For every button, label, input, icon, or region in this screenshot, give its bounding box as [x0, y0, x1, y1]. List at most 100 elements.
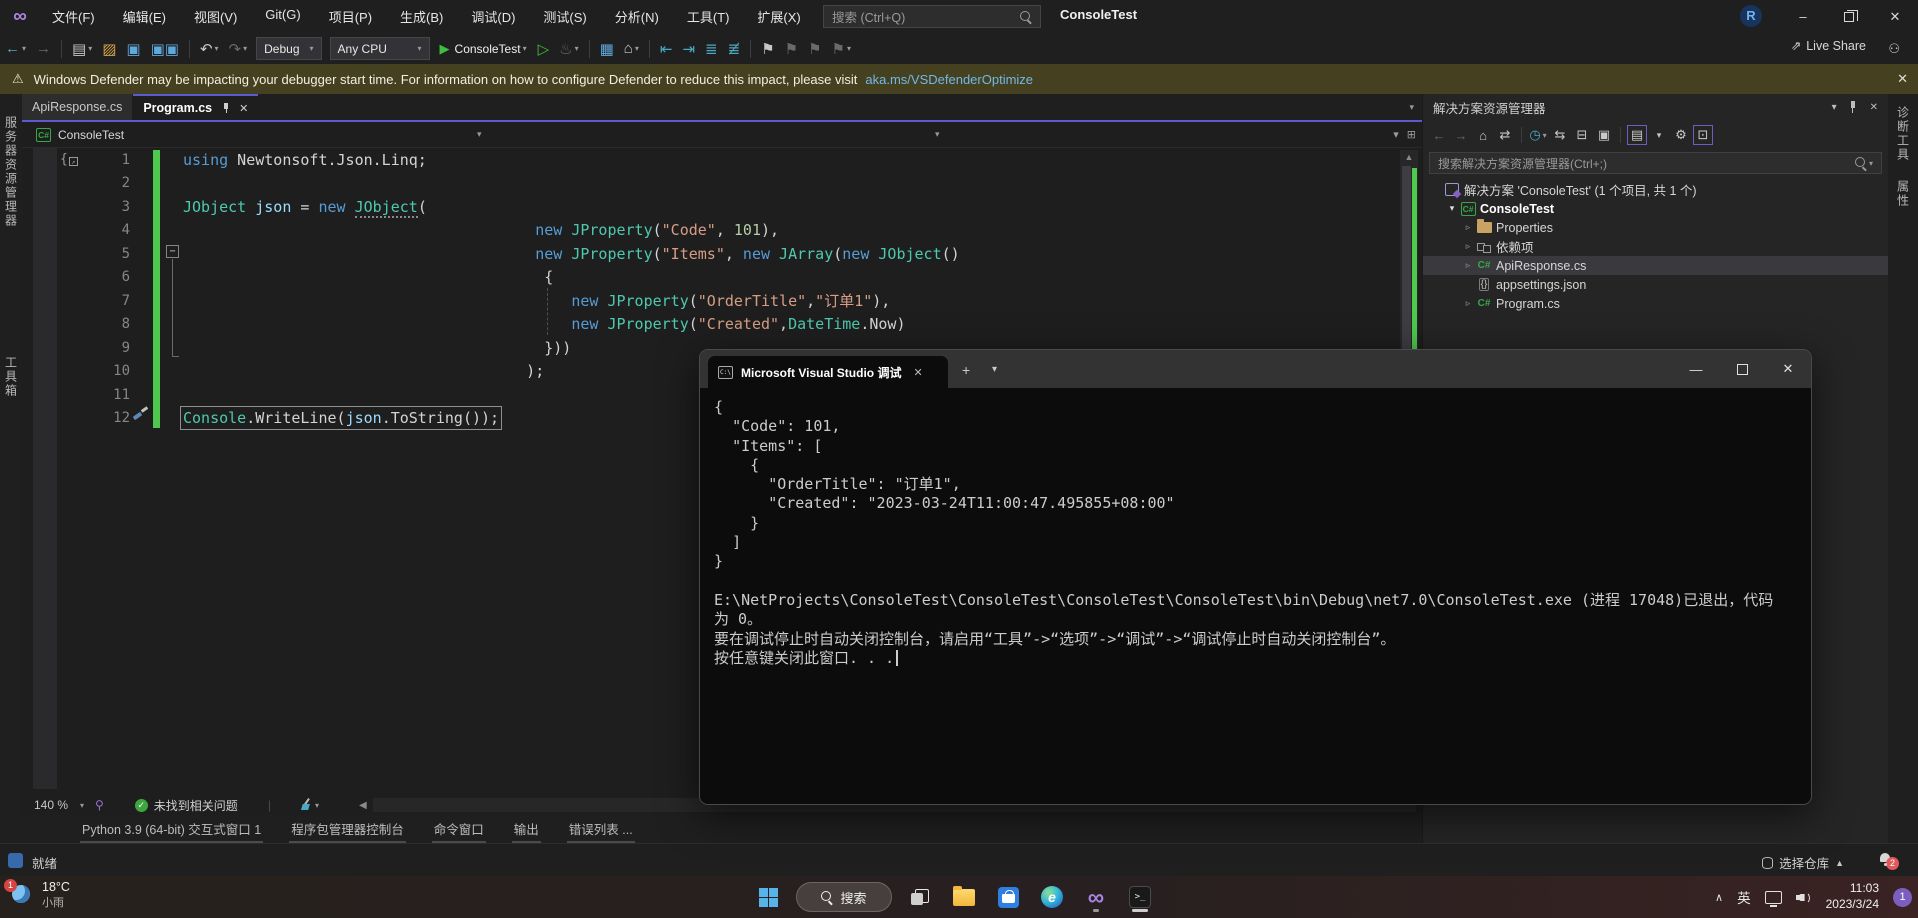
menu-item-4[interactable]: 项目(P) — [317, 3, 384, 30]
expander-icon[interactable]: ▹ — [1461, 260, 1475, 271]
se-properties-icon[interactable]: ⚙ — [1671, 125, 1691, 145]
console-tab-dropdown-icon[interactable]: ▾ — [992, 364, 997, 375]
zoom-selector[interactable]: 140 %▾ — [28, 796, 90, 814]
taskbar-search[interactable]: 搜索 — [796, 882, 892, 912]
weather-widget[interactable]: 1 18°C 小雨 — [10, 880, 70, 910]
close-button[interactable]: ✕ — [1872, 0, 1918, 33]
code-line-3[interactable]: 3JObject json = new JObject( — [22, 195, 1398, 219]
se-show-all-files-icon[interactable]: ▤ — [1627, 125, 1647, 145]
console-new-tab-icon[interactable]: + — [962, 362, 970, 378]
tree-item-ApiResponse.cs[interactable]: ▹C#ApiResponse.cs — [1423, 256, 1888, 275]
tree-item-依赖项[interactable]: ▹依赖项 — [1423, 237, 1888, 256]
start-without-debugging-icon[interactable]: ▷ — [533, 38, 555, 60]
quick-search-box[interactable]: 搜索 (Ctrl+Q) — [823, 5, 1041, 28]
type-dropdown-icon[interactable]: ▾ — [477, 129, 482, 140]
se-refresh-icon[interactable]: ⇆ — [1550, 125, 1570, 145]
bookmark-icon[interactable]: ⚑ — [756, 38, 779, 60]
bottom-tab-4[interactable]: 错误列表 ... — [567, 815, 635, 845]
search-options-icon[interactable]: ▾ — [1869, 159, 1873, 168]
hscroll-left-icon[interactable]: ◀ — [359, 800, 367, 811]
tree-item-Properties[interactable]: ▹Properties — [1423, 218, 1888, 237]
pin-tab-icon[interactable] — [221, 103, 231, 113]
save-all-icon[interactable]: ▣▣ — [146, 38, 184, 60]
bottom-tab-0[interactable]: Python 3.9 (64-bit) 交互式窗口 1 — [80, 815, 263, 845]
menu-item-10[interactable]: 扩展(X) — [745, 3, 812, 30]
start-debug-button[interactable]: ▶ ConsoleTest▾ — [434, 41, 533, 57]
notifications-bell-icon[interactable]: 2 — [1878, 852, 1892, 866]
terminal-button[interactable]: >_ — [1124, 881, 1156, 913]
document-tab-Program.cs[interactable]: Program.cs✕ — [133, 94, 258, 120]
document-list-dropdown-icon[interactable]: ▾ — [1409, 102, 1414, 113]
pin-icon[interactable] — [1849, 101, 1858, 113]
close-tab-icon[interactable]: ✕ — [239, 102, 248, 115]
indent-increase-icon[interactable]: ⇥ — [677, 38, 700, 60]
bottom-tab-2[interactable]: 命令窗口 — [432, 815, 486, 845]
code-line-8[interactable]: 8 new JProperty("Created",DateTime.Now) — [22, 313, 1398, 337]
solution-search-box[interactable]: 搜索解决方案资源管理器(Ctrl+;) ▾ — [1429, 152, 1882, 174]
bottom-tab-1[interactable]: 程序包管理器控制台 — [289, 815, 406, 845]
comment-icon[interactable]: ≣ — [700, 38, 723, 60]
panel-close-icon[interactable]: ✕ — [1870, 102, 1878, 113]
repository-picker[interactable]: 选择仓库 ▲ — [1762, 853, 1844, 872]
menu-item-8[interactable]: 分析(N) — [603, 3, 671, 30]
tree-item-解决方案 'ConsoleTest' (1 个项目, 共 1 个)[interactable]: 解决方案 'ConsoleTest' (1 个项目, 共 1 个) — [1423, 180, 1888, 199]
code-line-1[interactable]: 1using Newtonsoft.Json.Linq; — [22, 148, 1398, 172]
console-output[interactable]: { "Code": 101, "Items": [ { "OrderTitle"… — [700, 388, 1811, 804]
document-tab-ApiResponse.cs[interactable]: ApiResponse.cs — [22, 94, 132, 120]
hidden-icons-chevron[interactable]: ∧ — [1715, 891, 1723, 904]
restore-button[interactable] — [1826, 0, 1872, 33]
bottom-tab-3[interactable]: 输出 — [512, 815, 541, 845]
member-dropdown-icon[interactable]: ▾ — [935, 129, 940, 140]
se-preview-icon[interactable]: ▣ — [1594, 125, 1614, 145]
console-maximize-button[interactable] — [1719, 350, 1765, 388]
live-share-button[interactable]: ⇗ Live Share — [1791, 38, 1866, 53]
se-home-icon[interactable]: ⌂ — [1473, 125, 1493, 145]
minimize-button[interactable]: – — [1780, 0, 1826, 33]
split-window-icon[interactable]: ⊞ — [1407, 128, 1416, 141]
tree-item-appsettings.json[interactable]: {}appsettings.json — [1423, 275, 1888, 294]
code-cleanup-icon[interactable] — [299, 798, 313, 812]
expander-icon[interactable]: ▹ — [1461, 241, 1475, 252]
code-line-7[interactable]: 7 new JProperty("OrderTitle","订单1"), — [22, 289, 1398, 313]
expander-icon[interactable]: ▾ — [1445, 203, 1459, 214]
ime-indicator[interactable]: 英 — [1737, 887, 1751, 907]
se-preview-selected-icon[interactable]: ⊡ — [1693, 125, 1713, 145]
menu-item-0[interactable]: 文件(F) — [40, 3, 107, 30]
console-minimize-button[interactable]: — — [1673, 350, 1719, 388]
code-line-4[interactable]: 4 new JProperty("Code", 101), — [22, 219, 1398, 243]
file-explorer-button[interactable] — [948, 881, 980, 913]
edge-button[interactable]: e — [1036, 881, 1068, 913]
warning-close-icon[interactable]: ✕ — [1897, 71, 1908, 87]
account-avatar[interactable]: R — [1740, 5, 1762, 27]
add-user-icon[interactable]: ⚇ — [1888, 41, 1900, 57]
new-file-icon[interactable]: ▤▾ — [67, 38, 97, 60]
sidebar-tab-server-explorer[interactable]: 服务器资源管理器 — [3, 116, 20, 228]
breadcrumb-project[interactable]: ConsoleTest — [58, 128, 124, 142]
start-button[interactable] — [752, 881, 784, 913]
code-line-6[interactable]: 6 { — [22, 266, 1398, 290]
menu-item-3[interactable]: Git(G) — [253, 3, 312, 30]
solution-explorer-window-icon[interactable]: ⌂▾ — [619, 38, 644, 59]
scrollbar-up-icon[interactable]: ▲ — [1400, 152, 1418, 162]
taskbar-clock[interactable]: 11:03 2023/3/24 — [1826, 881, 1879, 912]
se-pending-changes-filter-icon[interactable]: ◷▾ — [1528, 125, 1548, 145]
se-sync-active-document-icon[interactable]: ⇄ — [1495, 125, 1515, 145]
code-line-5[interactable]: 5 new JProperty("Items", new JArray(new … — [22, 242, 1398, 266]
tree-item-Program.cs[interactable]: ▹C#Program.cs — [1423, 294, 1888, 313]
debug-console-window[interactable]: C:\ Microsoft Visual Studio 调试 ✕ + ▾ — ✕… — [699, 349, 1812, 805]
solution-configuration-combo[interactable]: Debug▾ — [256, 37, 321, 60]
se-show-all-dropdown-icon[interactable]: ▾ — [1649, 125, 1669, 145]
solution-platform-combo[interactable]: Any CPU▾ — [330, 37, 430, 60]
menu-item-2[interactable]: 视图(V) — [182, 3, 249, 30]
network-icon[interactable] — [1765, 891, 1782, 904]
indent-decrease-icon[interactable]: ⇤ — [655, 38, 678, 60]
visual-studio-button[interactable]: ∞ — [1080, 881, 1112, 913]
menu-item-7[interactable]: 测试(S) — [531, 3, 598, 30]
console-tab-close-icon[interactable]: ✕ — [913, 366, 922, 379]
menu-item-5[interactable]: 生成(B) — [388, 3, 455, 30]
sidebar-tab-diagnostic-tools[interactable]: 诊断工具 — [1895, 106, 1912, 162]
open-file-icon[interactable]: ▨ — [97, 38, 121, 60]
find-in-files-icon[interactable]: ▦ — [595, 38, 619, 60]
console-tab[interactable]: C:\ Microsoft Visual Studio 调试 ✕ — [708, 356, 948, 388]
panel-dropdown-icon[interactable]: ▾ — [1832, 102, 1837, 113]
